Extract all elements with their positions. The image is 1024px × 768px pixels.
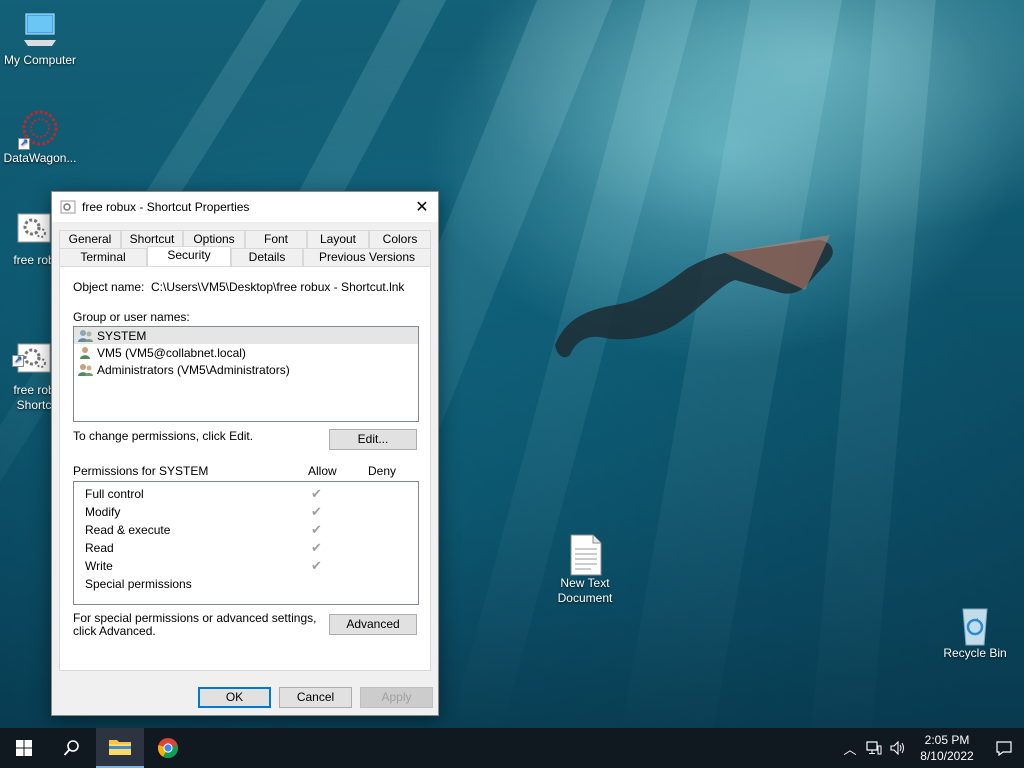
permission-name: Read: [85, 541, 114, 555]
permission-row: Read ✔: [74, 539, 418, 557]
user-name: SYSTEM: [97, 328, 147, 343]
chevron-up-icon: ︿: [843, 741, 857, 757]
apply-button[interactable]: Apply: [360, 687, 433, 708]
permission-name: Write: [85, 559, 113, 573]
users-group-icon: [78, 329, 93, 342]
text-file-icon: [565, 518, 605, 576]
swimmer-image: [555, 235, 833, 358]
shortcut-arrow-icon: [12, 353, 24, 368]
user-name: Administrators (VM5\Administrators): [97, 362, 290, 377]
close-icon: ✕: [415, 199, 429, 216]
tab-strip: General Shortcut Options Font Layout Col…: [59, 230, 431, 266]
desktop-icon-label: Recycle Bin: [943, 646, 1007, 660]
users-group-icon: [78, 363, 93, 376]
notification-icon: [996, 741, 1012, 756]
permission-name: Full control: [85, 487, 144, 501]
taskbar: ︿ 2:05 PM 8/10/2022: [0, 728, 1024, 768]
deny-column-header: Deny: [368, 464, 397, 478]
security-panel: Object name: C:\Users\VM5\Desktop\free r…: [59, 266, 431, 671]
computer-icon: [20, 10, 60, 50]
dialog-title: free robux - Shortcut Properties: [82, 200, 250, 214]
recycle-bin-icon: [955, 603, 995, 646]
gear-file-icon: [12, 325, 54, 373]
desktop-icon-my-computer[interactable]: My Computer: [0, 10, 80, 68]
desktop-icon-new-text-document[interactable]: New Text Document: [545, 503, 625, 621]
permissions-for-label: Permissions for SYSTEM: [73, 464, 209, 478]
user-list-item[interactable]: SYSTEM: [74, 327, 418, 344]
permission-name: Special permissions: [85, 577, 192, 591]
show-hidden-icons-button[interactable]: ︿: [838, 728, 862, 768]
tab-layout[interactable]: Layout: [307, 230, 369, 248]
action-center-button[interactable]: [984, 728, 1024, 768]
object-name-label: Object name:: [73, 280, 145, 294]
advanced-settings-text: For special permissions or advanced sett…: [73, 611, 317, 638]
start-button[interactable]: [0, 728, 48, 768]
desktop-icon-label: My Computer: [3, 53, 77, 67]
allow-check-icon: ✔: [311, 522, 322, 537]
tab-colors[interactable]: Colors: [369, 230, 431, 248]
user-list-item[interactable]: Administrators (VM5\Administrators): [74, 361, 418, 378]
advanced-button[interactable]: Advanced: [329, 614, 417, 635]
tab-font[interactable]: Font: [245, 230, 307, 248]
user-icon: [80, 346, 90, 359]
allow-check-icon: ✔: [311, 486, 322, 501]
datawagon-icon: [18, 108, 60, 151]
allow-check-icon: ✔: [311, 558, 322, 573]
chrome-button[interactable]: [144, 728, 192, 768]
permission-name: Read & execute: [85, 523, 171, 537]
close-button[interactable]: ✕: [406, 192, 438, 222]
user-list[interactable]: SYSTEM VM5 (VM5@collabnet.local) Adminis…: [73, 326, 419, 422]
tab-security[interactable]: Security: [147, 246, 231, 266]
allow-check-icon: ✔: [311, 540, 322, 555]
network-icon: [866, 741, 882, 755]
ok-button[interactable]: OK: [198, 687, 271, 708]
tab-details[interactable]: Details: [231, 248, 303, 266]
tab-row-front: Terminal Security Details Previous Versi…: [59, 246, 431, 266]
properties-dialog: free robux - Shortcut Properties ✕ Gener…: [51, 191, 439, 716]
allow-check-icon: ✔: [311, 504, 322, 519]
tab-general[interactable]: General: [59, 230, 121, 248]
user-name: VM5 (VM5@collabnet.local): [97, 345, 246, 360]
shortcut-file-icon: [60, 200, 76, 214]
permission-row: Read & execute ✔: [74, 521, 418, 539]
volume-button[interactable]: [886, 728, 910, 768]
windows-logo-icon: [16, 740, 32, 756]
cancel-button[interactable]: Cancel: [279, 687, 352, 708]
shortcut-arrow-icon: [18, 136, 30, 151]
folder-icon: [109, 740, 131, 755]
desktop-icon-label: DataWagon...: [3, 151, 77, 165]
permission-row: Full control ✔: [74, 485, 418, 503]
allow-column-header: Allow: [308, 464, 337, 478]
permissions-list[interactable]: Full control ✔ Modify ✔ Read & execute ✔…: [73, 481, 419, 605]
search-icon: [63, 740, 79, 756]
object-name-value: C:\Users\VM5\Desktop\free robux - Shortc…: [151, 280, 405, 294]
speaker-icon: [890, 741, 904, 755]
tab-row-back: General Shortcut Options Font Layout Col…: [59, 230, 431, 248]
change-permissions-text: To change permissions, click Edit.: [73, 429, 254, 443]
desktop-icon-recycle-bin[interactable]: Recycle Bin: [935, 603, 1015, 661]
file-explorer-button[interactable]: [96, 728, 144, 768]
group-users-label: Group or user names:: [73, 310, 190, 324]
permission-row: Write ✔: [74, 557, 418, 575]
clock-time: 2:05 PM: [924, 733, 970, 747]
desktop-icon-datawagon[interactable]: DataWagon...: [0, 108, 80, 166]
network-button[interactable]: [862, 728, 886, 768]
desktop-icon-label: New Text Document: [557, 576, 613, 605]
search-button[interactable]: [48, 728, 96, 768]
permission-name: Modify: [85, 505, 121, 519]
clock[interactable]: 2:05 PM 8/10/2022: [910, 732, 984, 764]
user-list-item[interactable]: VM5 (VM5@collabnet.local): [74, 344, 418, 361]
dialog-titlebar[interactable]: free robux - Shortcut Properties ✕: [52, 192, 438, 222]
clock-date: 8/10/2022: [920, 749, 974, 763]
permission-row: Special permissions: [74, 575, 418, 593]
gear-file-icon: [14, 210, 54, 250]
permission-row: Modify ✔: [74, 503, 418, 521]
tab-terminal[interactable]: Terminal: [59, 248, 147, 266]
chrome-icon: [158, 738, 178, 759]
system-tray: ︿ 2:05 PM 8/10/2022: [838, 728, 1024, 768]
tab-previous-versions[interactable]: Previous Versions: [303, 248, 431, 266]
edit-button[interactable]: Edit...: [329, 429, 417, 450]
